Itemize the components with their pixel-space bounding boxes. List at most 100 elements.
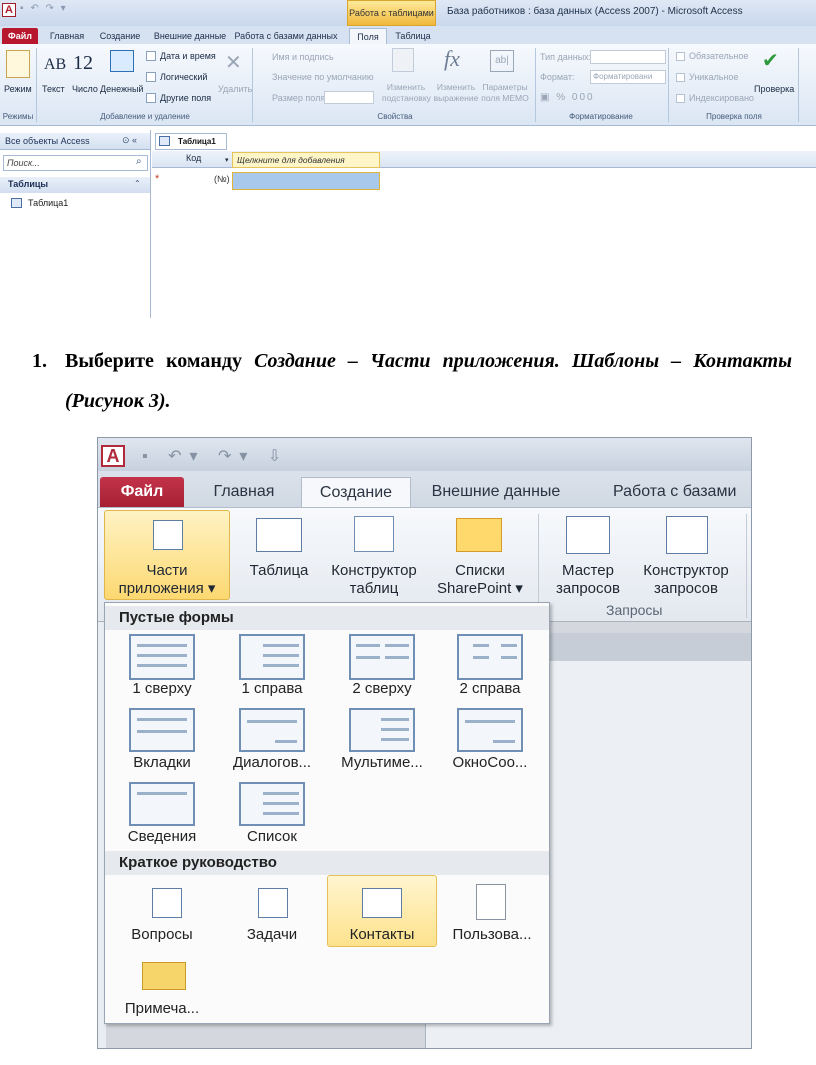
query-wizard-label-2[interactable]: запросов	[546, 580, 630, 598]
template-thumb-1-top[interactable]	[129, 634, 195, 680]
tab-table[interactable]: Таблица	[392, 28, 434, 44]
nav-pane-collapse-icon[interactable]: ⊙ «	[122, 135, 137, 146]
datetime-field-button[interactable]: Дата и время	[160, 51, 216, 61]
nav-item-table1[interactable]: Таблица1	[28, 198, 68, 208]
application-parts-icon	[153, 520, 183, 550]
template-thumb-details[interactable]	[129, 782, 195, 826]
unique-checkbox[interactable]	[676, 73, 685, 82]
template-tasks[interactable]: Задачи	[222, 926, 322, 943]
format-select[interactable]: Форматировани	[590, 70, 666, 84]
query-designer-label-1[interactable]: Конструктор	[632, 562, 740, 580]
table-designer-icon	[354, 516, 394, 552]
template-thumb-1-right[interactable]	[239, 634, 305, 680]
tab-external-data[interactable]: Внешние данные	[414, 477, 578, 508]
template-1-top[interactable]: 1 сверху	[112, 680, 212, 697]
access-screenshot-app-parts: A ▪ ↶▾ ↷▾ ⇩ Файл Главная Создание Внешни…	[97, 437, 752, 1049]
template-users[interactable]: Пользова...	[442, 926, 542, 943]
number-format-buttons[interactable]: ▣ % 000	[540, 92, 595, 103]
name-caption-button[interactable]: Имя и подпись	[272, 52, 334, 62]
selected-cell[interactable]	[232, 172, 380, 190]
context-tab-header: Работа с таблицами	[347, 0, 436, 26]
table-designer-label-1[interactable]: Конструктор	[320, 562, 428, 580]
tab-file[interactable]: Файл	[100, 477, 184, 508]
tab-home[interactable]: Главная	[44, 28, 90, 44]
quick-access-toolbar[interactable]: ▪ ↶ ↷ ▾	[20, 3, 68, 14]
access-screenshot-fields: A ▪ ↶ ↷ ▾ Работа с таблицами База работн…	[0, 0, 816, 318]
template-notes[interactable]: Примеча...	[112, 1000, 212, 1017]
column-sort-icon[interactable]: ▾	[225, 156, 229, 164]
template-multimedia[interactable]: Мультиме...	[332, 754, 432, 771]
group-separator	[746, 514, 747, 618]
default-value-button[interactable]: Значение по умолчанию	[272, 72, 374, 82]
tab-create[interactable]: Создание	[301, 477, 411, 508]
template-issues[interactable]: Вопросы	[112, 926, 212, 943]
template-tabs[interactable]: Вкладки	[112, 754, 212, 771]
change-lookup-button[interactable]: Изменить подстановку	[382, 82, 431, 104]
indexed-checkbox[interactable]	[676, 94, 685, 103]
field-size-input[interactable]	[324, 91, 374, 104]
nav-group-tables[interactable]: Таблицы	[0, 177, 150, 193]
sharepoint-lists-label-1[interactable]: Списки	[428, 562, 532, 580]
query-wizard-label-1[interactable]: Мастер	[546, 562, 630, 580]
template-2-right[interactable]: 2 справа	[440, 680, 540, 697]
sharepoint-lists-icon	[456, 518, 502, 552]
template-thumb-2-top[interactable]	[349, 634, 415, 680]
quick-access-toolbar[interactable]: ▪ ↶▾ ↷▾ ⇩	[142, 446, 289, 466]
percent-format-button[interactable]: %	[556, 92, 567, 103]
table-button[interactable]: Таблица	[240, 562, 318, 580]
tab-database-tools[interactable]: Работа с базами	[613, 477, 751, 508]
template-thumb-message-box[interactable]	[457, 708, 523, 752]
template-1-right[interactable]: 1 справа	[222, 680, 322, 697]
menu-section-blank-forms: Пустые формы	[105, 606, 549, 630]
sharepoint-lists-label-2[interactable]: SharePoint ▾	[428, 580, 532, 598]
number-field-button[interactable]: Число	[72, 84, 98, 94]
template-thumb-list[interactable]	[239, 782, 305, 826]
required-checkbox[interactable]	[676, 52, 685, 61]
column-header-add[interactable]: Щелкните для добавления	[232, 152, 380, 168]
validation-button[interactable]: Проверка	[754, 84, 794, 94]
tab-home[interactable]: Главная	[194, 477, 294, 508]
tab-database-tools[interactable]: Работа с базами данных	[228, 28, 344, 44]
change-lookup-icon	[392, 48, 414, 72]
more-fields-icon	[146, 93, 156, 103]
data-type-select[interactable]	[590, 50, 666, 64]
group-separator	[798, 48, 799, 122]
template-2-top[interactable]: 2 сверху	[332, 680, 432, 697]
nav-search-input[interactable]: Поиск...	[3, 155, 148, 171]
template-thumb-dialog[interactable]	[239, 708, 305, 752]
currency-format-icon[interactable]: ▣	[540, 92, 551, 103]
column-header-id[interactable]: Код	[186, 153, 201, 163]
currency-field-button[interactable]: Денежный	[100, 84, 143, 94]
view-mode-button[interactable]: Режим	[4, 84, 32, 94]
query-designer-label-2[interactable]: запросов	[632, 580, 740, 598]
template-thumb-2-right[interactable]	[457, 634, 523, 680]
tab-external-data[interactable]: Внешние данные	[152, 28, 228, 44]
group-label-formatting: Форматирование	[569, 112, 633, 121]
memo-params-button[interactable]: Параметры поля MEMO	[480, 82, 530, 104]
template-message-box[interactable]: ОкноСоо...	[440, 754, 540, 771]
application-parts-label-2: приложения ▾	[118, 580, 216, 597]
thousands-format-button[interactable]: 000	[572, 92, 595, 103]
search-icon[interactable]: ⌕	[136, 156, 142, 167]
text-field-button[interactable]: Текст	[42, 84, 65, 94]
template-dialog[interactable]: Диалогов...	[222, 754, 322, 771]
group-separator	[535, 48, 536, 122]
delete-field-button[interactable]: Удалить	[218, 84, 252, 94]
template-thumb-multimedia[interactable]	[349, 708, 415, 752]
template-thumb-tabs[interactable]	[129, 708, 195, 752]
application-parts-label-1: Части	[146, 562, 188, 579]
logical-field-button[interactable]: Логический	[160, 72, 207, 82]
template-details[interactable]: Сведения	[112, 828, 212, 845]
template-contacts[interactable]: Контакты	[332, 926, 432, 943]
chevron-up-icon[interactable]: ⌃	[134, 179, 141, 188]
tab-create[interactable]: Создание	[94, 28, 146, 44]
table-designer-label-2[interactable]: таблиц	[320, 580, 428, 598]
change-expression-button[interactable]: Изменить выражение	[432, 82, 480, 104]
tab-file[interactable]: Файл	[2, 28, 38, 44]
tab-fields[interactable]: Поля	[349, 28, 387, 44]
number-field-icon: 12	[73, 52, 93, 74]
view-mode-icon	[6, 50, 30, 78]
template-list[interactable]: Список	[222, 828, 322, 845]
tasks-icon	[258, 888, 288, 918]
more-fields-button[interactable]: Другие поля	[160, 93, 211, 103]
